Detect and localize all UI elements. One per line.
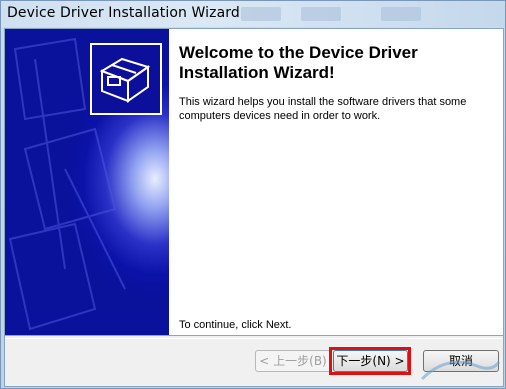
wizard-client-area: Welcome to the Device Driver Installatio… [4, 28, 504, 387]
wizard-description: This wizard helps you install the softwa… [179, 96, 467, 122]
watermark-logo [420, 360, 501, 381]
back-button[interactable]: < 上一步(B) [255, 350, 331, 372]
window-title: Device Driver Installation Wizard [7, 5, 240, 21]
hardware-box-icon [90, 43, 162, 115]
wizard-window: Device Driver Installation Wizard Welcom… [0, 0, 506, 389]
title-bar[interactable]: Device Driver Installation Wizard [1, 1, 505, 27]
title-blur [381, 7, 421, 21]
wizard-heading: Welcome to the Device Driver Installatio… [179, 43, 418, 82]
next-button-highlight [329, 347, 411, 375]
continue-hint: To continue, click Next. [179, 319, 292, 331]
wizard-content: Welcome to the Device Driver Installatio… [169, 29, 503, 335]
title-blur [301, 7, 341, 21]
title-blur [241, 7, 281, 21]
wizard-side-graphic [5, 29, 169, 335]
button-divider [5, 335, 503, 339]
